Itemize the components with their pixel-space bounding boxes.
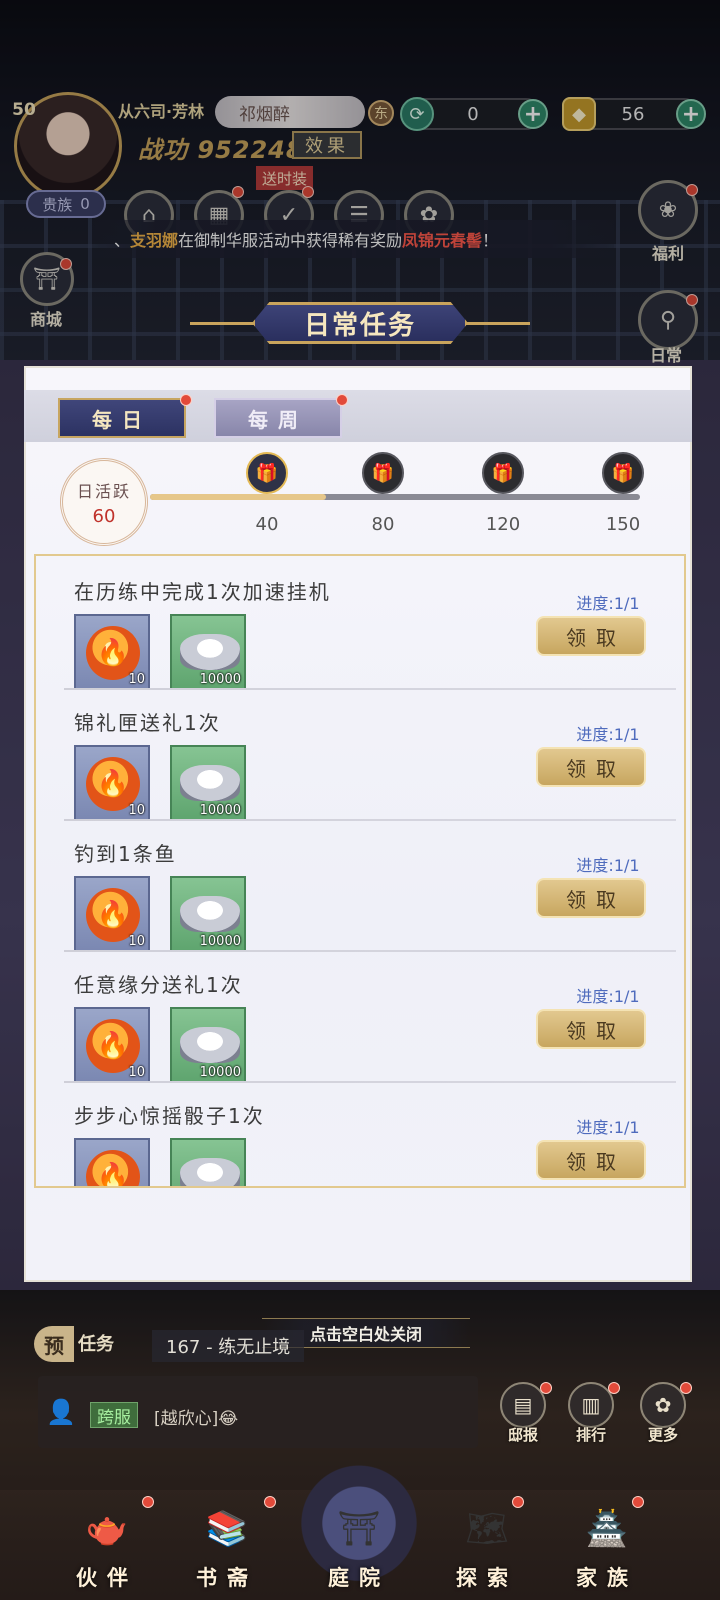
sys-label: 排行 — [575, 1426, 606, 1444]
notification-dot — [336, 394, 348, 406]
task-progress: 进度:1/1 — [576, 856, 640, 875]
nav-label: 探索 — [456, 1566, 518, 1590]
books-icon: 📚 — [205, 1509, 249, 1549]
reward-item[interactable] — [170, 1138, 246, 1186]
nav-label: 书斋 — [196, 1566, 258, 1590]
task-progress: 进度:1/1 — [576, 1118, 640, 1137]
notification-dot — [608, 1382, 620, 1394]
notification-dot — [680, 1382, 692, 1394]
reward-qty: 10000 — [199, 934, 241, 949]
claim-button[interactable]: 领取 — [536, 616, 646, 656]
reward-qty: 10 — [128, 934, 145, 949]
notification-dot — [632, 1496, 644, 1508]
task-name: 任意缘分送礼1次 — [74, 973, 243, 997]
reward-item[interactable]: 🔥 10 — [74, 745, 150, 821]
reward-qty: 10000 — [199, 672, 241, 687]
reward-item[interactable]: 🔥 — [74, 1138, 150, 1186]
reward-item[interactable]: 10000 — [170, 614, 246, 690]
panel-title: 日常任务 — [252, 302, 468, 344]
reward-qty: 10 — [128, 672, 145, 687]
reward-qty: 10000 — [199, 803, 241, 818]
notification-dot — [180, 394, 192, 406]
reward-qty: 10 — [128, 1065, 145, 1080]
gift-chest-icon[interactable]: 🎁 — [602, 452, 644, 494]
task-name: 在历练中完成1次加速挂机 — [74, 580, 331, 604]
reward-item[interactable]: 10000 — [170, 745, 246, 821]
task-row: 锦礼匣送礼1次 🔥 10 10000 进度:1/1 领取 — [36, 687, 684, 821]
chat-message: [越欣心]😂 — [154, 1409, 239, 1429]
notification-dot — [264, 1496, 276, 1508]
nav-courtyard[interactable]: ⛩ 庭院 — [304, 1488, 414, 1596]
explore-icon: 🗺 — [465, 1509, 509, 1549]
reward-item[interactable]: 10000 — [170, 1007, 246, 1083]
tab-weekly[interactable]: 每周 — [214, 398, 342, 438]
activity-progress-bar — [150, 494, 640, 500]
task-row: 任意缘分送礼1次 🔥 10 10000 进度:1/1 领取 — [36, 949, 684, 1083]
quest-tag: 任务 — [78, 1334, 114, 1355]
activity-progress-fill — [150, 494, 326, 500]
task-name: 步步心惊摇骰子1次 — [74, 1104, 265, 1128]
milestone-value: 120 — [485, 514, 521, 535]
silver-ingot-icon — [180, 765, 240, 801]
reward-item[interactable]: 🔥 10 — [74, 614, 150, 690]
claim-button[interactable]: 领取 — [536, 1009, 646, 1049]
nav-family[interactable]: 🏯 家族 — [552, 1488, 662, 1596]
milestone-value: 150 — [605, 514, 641, 535]
activity-badge: 日活跃 60 — [60, 458, 148, 546]
task-progress: 进度:1/1 — [576, 987, 640, 1006]
notification-dot — [540, 1382, 552, 1394]
claim-button[interactable]: 领取 — [536, 878, 646, 918]
notification-dot — [142, 1496, 154, 1508]
activity-value: 60 — [92, 505, 116, 527]
task-row: 钓到1条鱼 🔥 10 10000 进度:1/1 领取 — [36, 818, 684, 952]
task-row: 步步心惊摇骰子1次 🔥 进度:1/1 领取 — [36, 1080, 684, 1186]
quest-prefix: 预 — [34, 1326, 74, 1362]
claim-button[interactable]: 领取 — [536, 1140, 646, 1180]
silver-ingot-icon — [180, 1027, 240, 1063]
reward-qty: 10 — [128, 803, 145, 818]
chat-channel: 跨服 — [90, 1402, 138, 1428]
family-icon: 🏯 — [585, 1509, 629, 1549]
silver-ingot-icon — [180, 896, 240, 932]
gift-chest-icon[interactable]: 🎁 — [482, 452, 524, 494]
task-name: 钓到1条鱼 — [74, 842, 177, 866]
task-progress: 进度:1/1 — [576, 594, 640, 613]
tab-daily[interactable]: 每日 — [58, 398, 186, 438]
current-quest[interactable]: 167 - 练无止境 — [152, 1330, 305, 1362]
nav-label: 家族 — [576, 1566, 638, 1590]
gift-chest-icon[interactable]: 🎁 — [246, 452, 288, 494]
task-row: 在历练中完成1次加速挂机 🔥 10 10000 进度:1/1 领取 — [36, 556, 684, 690]
silver-ingot-icon — [180, 1158, 240, 1186]
gift-chest-icon[interactable]: 🎁 — [362, 452, 404, 494]
milestone-value: 40 — [255, 514, 279, 535]
task-name: 锦礼匣送礼1次 — [74, 711, 221, 735]
flame-orb-icon: 🔥 — [86, 1150, 140, 1186]
reward-item[interactable]: 🔥 10 — [74, 1007, 150, 1083]
title-ornament-left — [190, 322, 260, 325]
reward-item[interactable]: 10000 — [170, 876, 246, 952]
nav-label: 伙伴 — [76, 1566, 138, 1590]
nav-explore[interactable]: 🗺 探索 — [432, 1488, 542, 1596]
task-list[interactable]: 在历练中完成1次加速挂机 🔥 10 10000 进度:1/1 领取 锦礼匣送礼1… — [34, 554, 686, 1188]
teapot-icon: 🫖 — [85, 1509, 129, 1549]
claim-button[interactable]: 领取 — [536, 747, 646, 787]
reward-qty: 10000 — [199, 1065, 241, 1080]
sys-label: 邸报 — [507, 1426, 538, 1444]
pavilion-icon: ⛩ — [337, 1509, 381, 1549]
task-progress: 进度:1/1 — [576, 725, 640, 744]
chat-user-icon: 👤 — [46, 1398, 76, 1426]
nav-label: 庭院 — [328, 1566, 390, 1590]
milestone-value: 80 — [371, 514, 395, 535]
silver-ingot-icon — [180, 634, 240, 670]
title-ornament-right — [460, 322, 530, 325]
activity-label: 日活跃 — [76, 481, 131, 501]
notification-dot — [512, 1496, 524, 1508]
sys-label: 更多 — [647, 1426, 678, 1444]
reward-item[interactable]: 🔥 10 — [74, 876, 150, 952]
